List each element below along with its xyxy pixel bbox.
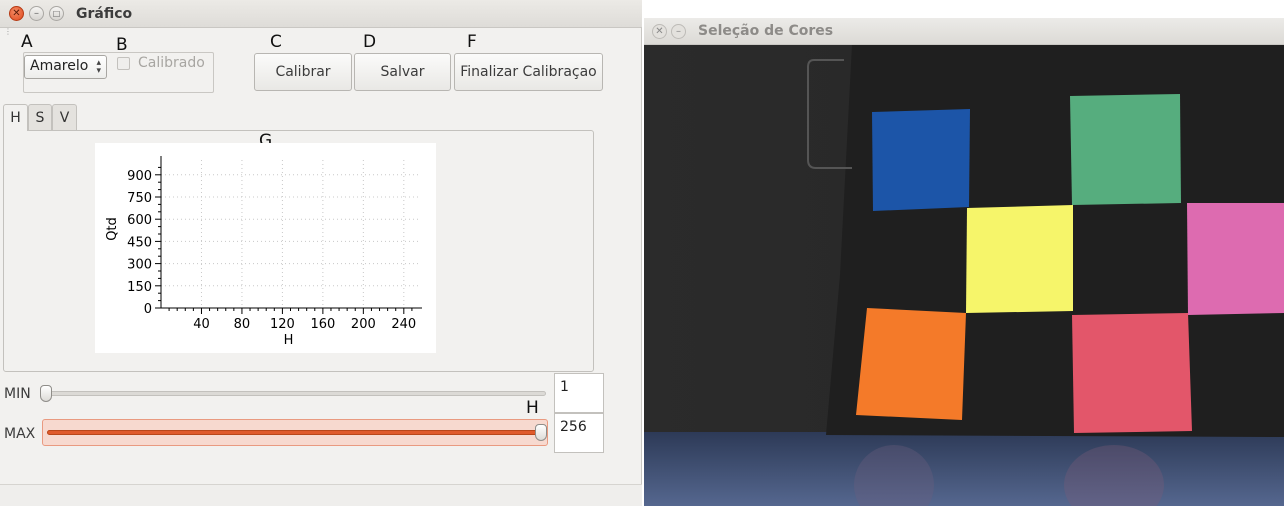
selecao-title-bar: ✕ – Seleção de Cores: [644, 18, 1284, 45]
selecao-window-title: Seleção de Cores: [698, 23, 834, 39]
tab-h-label: H: [10, 110, 21, 126]
close-icon: ✕: [655, 25, 664, 37]
marker-c: C: [270, 32, 282, 52]
histogram-chart: 0 150 300 450 600 750 900 40 80 120 160 200 240 H Qtd: [95, 143, 436, 353]
toolbar-grip-icon: ⋮: [4, 27, 12, 36]
minimize-icon: –: [34, 7, 39, 19]
title-bar: ✕ – □ Gráfico: [0, 0, 642, 28]
window-title: Gráfico: [76, 6, 133, 22]
finalizar-calibracao-button[interactable]: Finalizar Calibraçao: [454, 53, 603, 91]
marker-h: H: [526, 398, 539, 418]
calibrar-button[interactable]: Calibrar: [254, 53, 352, 91]
tab-v[interactable]: V: [52, 104, 77, 130]
y-axis-label: Qtd: [105, 217, 120, 241]
y-tick-label: 300: [127, 258, 152, 273]
salvar-button[interactable]: Salvar: [354, 53, 451, 91]
minimize-icon: –: [676, 25, 681, 37]
marker-a: A: [21, 32, 33, 52]
maximize-button[interactable]: □: [49, 6, 64, 21]
max-slider[interactable]: [42, 419, 548, 446]
tab-s-label: S: [35, 109, 45, 126]
x-tick-label: 160: [310, 317, 335, 332]
marker-f: F: [467, 32, 477, 52]
selecao-minimize-button[interactable]: –: [671, 24, 686, 39]
max-slider-groove: [47, 430, 543, 435]
x-tick-label: 200: [351, 317, 376, 332]
x-tick-label: 240: [391, 317, 416, 332]
color-select[interactable]: Amarelo ▴ ▾: [24, 55, 107, 79]
blue-square: [872, 109, 970, 211]
x-axis-label: H: [284, 333, 294, 348]
y-tick-label: 600: [127, 213, 152, 228]
min-value: 1: [560, 379, 569, 395]
max-label: MAX: [4, 426, 36, 442]
calibrado-checkbox[interactable]: [117, 57, 130, 70]
spin-arrows-icon: ▴ ▾: [96, 58, 101, 76]
marker-d: D: [363, 32, 377, 52]
close-button[interactable]: ✕: [9, 6, 24, 21]
histogram-svg: 0 150 300 450 600 750 900 40 80 120 160 200 240 H Qtd: [105, 156, 422, 348]
finalizar-button-label: Finalizar Calibraçao: [460, 64, 597, 80]
max-slider-handle[interactable]: [535, 424, 547, 441]
y-tick-label: 0: [144, 302, 152, 317]
pink-square: [1187, 203, 1284, 315]
min-slider-groove: [42, 391, 546, 396]
tab-v-label: V: [59, 109, 70, 126]
green-square: [1070, 94, 1181, 205]
minimize-button[interactable]: –: [29, 6, 44, 21]
tab-h[interactable]: H: [3, 104, 28, 131]
calibrado-label: Calibrado: [138, 55, 205, 71]
maximize-icon: □: [52, 8, 61, 18]
y-tick-label: 150: [127, 280, 152, 295]
orange-square: [856, 308, 966, 420]
status-bar: [0, 484, 642, 506]
min-slider[interactable]: [40, 384, 546, 404]
floor: [644, 432, 1284, 506]
y-tick-label: 900: [127, 169, 152, 184]
min-value-box[interactable]: 1: [554, 373, 604, 413]
red-square: [1072, 313, 1192, 433]
camera-view[interactable]: [644, 45, 1284, 506]
selecao-close-button[interactable]: ✕: [652, 24, 667, 39]
close-icon: ✕: [12, 7, 21, 19]
salvar-button-label: Salvar: [380, 64, 425, 80]
color-select-value: Amarelo: [30, 58, 89, 74]
tab-s[interactable]: S: [28, 104, 52, 130]
min-slider-handle[interactable]: [40, 385, 52, 402]
max-value-box[interactable]: 256: [554, 413, 604, 453]
y-tick-label: 750: [127, 191, 152, 206]
x-tick-label: 120: [270, 317, 295, 332]
calibrar-button-label: Calibrar: [275, 64, 331, 80]
y-tick-label: 450: [127, 235, 152, 250]
x-tick-label: 80: [234, 317, 251, 332]
max-value: 256: [560, 419, 587, 435]
min-label: MIN: [4, 386, 31, 402]
x-tick-label: 40: [193, 317, 210, 332]
camera-image: [644, 45, 1284, 506]
grafico-window: ✕ – □ Gráfico ⋮ A B C D F Amarelo ▴ ▾ Cal…: [0, 0, 642, 506]
yellow-square: [966, 205, 1073, 313]
